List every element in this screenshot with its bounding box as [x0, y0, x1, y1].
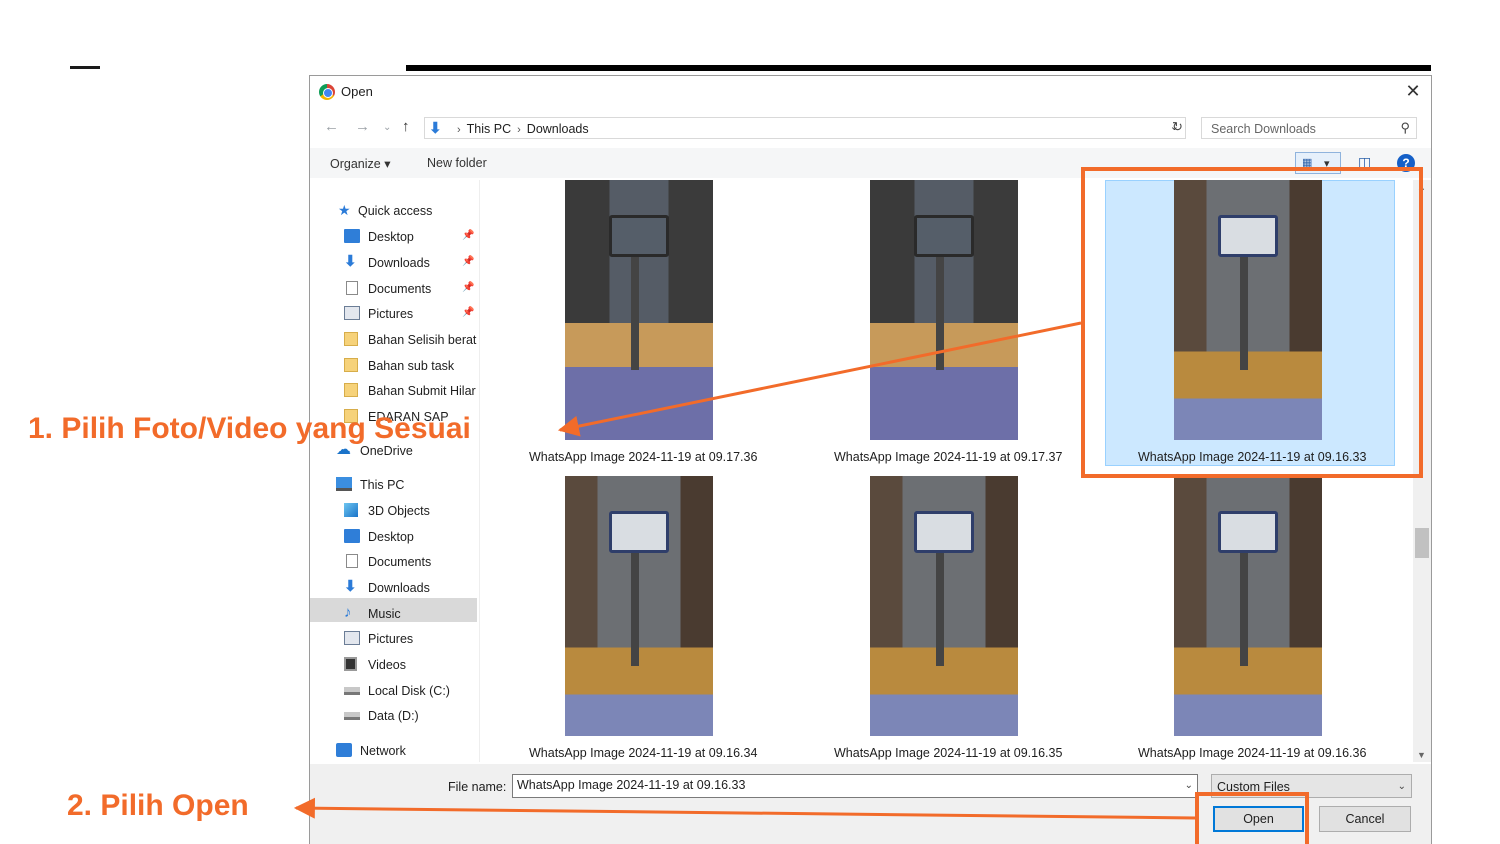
sidebar-item-label: Bahan Submit Hilar: [368, 384, 476, 398]
chevron-right-icon: ›: [457, 124, 461, 136]
slide-dash-decoration: [70, 66, 100, 69]
back-arrow-icon[interactable]: ←: [324, 118, 339, 135]
refresh-icon[interactable]: ↻: [1172, 119, 1183, 135]
music-note-icon: ♪: [344, 604, 352, 621]
file-name-input[interactable]: [517, 778, 1177, 792]
file-thumbnail[interactable]: [565, 476, 713, 736]
pin-icon[interactable]: 📌: [462, 230, 474, 241]
folder-icon: [344, 358, 358, 372]
desktop-folder-icon: [344, 529, 360, 543]
breadcrumb: › This PC › Downloads: [451, 122, 589, 136]
download-arrow-icon: ⬇: [344, 578, 357, 595]
file-name-label[interactable]: WhatsApp Image 2024-11-19 at 09.16.36: [1138, 746, 1366, 760]
pictures-icon: [344, 631, 360, 645]
sidebar-item-label: OneDrive: [360, 444, 413, 458]
file-name-label[interactable]: WhatsApp Image 2024-11-19 at 09.17.36: [529, 450, 757, 464]
navigation-pane: ★ Quick access Desktop 📌 ⬇ Downloads 📌 D…: [310, 180, 480, 762]
dialog-title: Open: [341, 84, 373, 99]
search-icon[interactable]: ⚲: [1400, 120, 1410, 136]
search-box[interactable]: Search Downloads ⚲: [1201, 117, 1417, 139]
sidebar-item-label: Pictures: [368, 307, 414, 321]
sidebar-item-pictures-quick[interactable]: Pictures 📌: [344, 304, 480, 326]
pin-icon[interactable]: 📌: [462, 256, 474, 267]
desktop-folder-icon: [344, 229, 360, 243]
sidebar-item-label: Data (D:): [368, 709, 419, 723]
chevron-right-icon: ›: [517, 124, 521, 136]
sidebar-item-label: Bahan sub task: [368, 359, 455, 373]
sidebar-item-desktop-quick[interactable]: Desktop 📌: [344, 227, 480, 249]
sidebar-item-label: Downloads: [368, 256, 430, 270]
scrollbar-thumb[interactable]: [1415, 528, 1429, 558]
video-icon: [344, 657, 357, 671]
sidebar-item-label: Quick access: [358, 204, 433, 218]
slide-header-bar: [406, 65, 1431, 71]
file-name-label[interactable]: WhatsApp Image 2024-11-19 at 09.16.34: [529, 746, 757, 760]
star-icon: ★: [338, 202, 351, 218]
close-button[interactable]: ✕: [1403, 81, 1423, 101]
pin-icon[interactable]: 📌: [462, 282, 474, 293]
file-name-label[interactable]: WhatsApp Image 2024-11-19 at 09.17.37: [834, 450, 1062, 464]
sidebar-item-label: This PC: [360, 478, 405, 492]
sidebar-item-label: Music: [368, 607, 401, 621]
highlight-box-selected-file: [1081, 167, 1423, 478]
address-row: ← → ⌄ ↑ ⬇ › This PC › Downloads ⌄ ↻ Search …: [310, 114, 1431, 142]
folder-icon: [344, 332, 358, 346]
file-thumbnail[interactable]: [870, 476, 1018, 736]
sidebar-item-label: Pictures: [368, 632, 414, 646]
sidebar-item-label: Bahan Selisih berat: [368, 333, 477, 347]
step2-annotation: 2. Pilih Open: [67, 789, 249, 822]
document-icon: [346, 554, 358, 568]
scroll-down-icon[interactable]: ▼: [1417, 750, 1426, 760]
sidebar-item-label: Network: [360, 744, 406, 758]
sidebar-item-label: Local Disk (C:): [368, 684, 450, 698]
sidebar-item-downloads-quick[interactable]: ⬇ Downloads 📌: [344, 253, 480, 275]
folder-icon: [344, 383, 358, 397]
network-icon: [336, 743, 352, 757]
cancel-button[interactable]: Cancel: [1319, 806, 1411, 832]
step1-annotation: 1. Pilih Foto/Video yang Sesuai: [28, 412, 471, 445]
disk-icon: [344, 687, 360, 695]
sidebar-item-label: Downloads: [368, 581, 430, 595]
file-thumbnail[interactable]: [870, 180, 1018, 440]
chevron-down-icon: ⌄: [1397, 781, 1406, 792]
file-name-label: File name:: [448, 780, 507, 794]
sidebar-item-label: 3D Objects: [368, 504, 430, 518]
disk-icon: [344, 712, 360, 720]
sidebar-item-label: Desktop: [368, 230, 414, 244]
address-bar[interactable]: ⬇ › This PC › Downloads ⌄: [424, 117, 1186, 139]
forward-arrow-icon[interactable]: →: [355, 118, 370, 135]
sidebar-item-label: Videos: [368, 658, 406, 672]
recent-locations-icon[interactable]: ⌄: [383, 122, 391, 133]
sidebar-item-documents-quick[interactable]: Documents 📌: [344, 279, 480, 301]
new-folder-button[interactable]: New folder: [427, 156, 487, 170]
file-thumbnail[interactable]: [565, 180, 713, 440]
file-thumbnail[interactable]: [1174, 476, 1322, 736]
chevron-down-icon[interactable]: ⌄: [1185, 780, 1193, 791]
computer-icon: [336, 477, 352, 491]
document-icon: [346, 281, 358, 295]
sidebar-item-label: Documents: [368, 555, 432, 569]
breadcrumb-downloads[interactable]: Downloads: [527, 122, 589, 136]
pin-icon[interactable]: 📌: [462, 307, 474, 318]
cube-icon: [344, 503, 358, 517]
highlight-box-open-button: [1195, 792, 1309, 844]
file-name-label[interactable]: WhatsApp Image 2024-11-19 at 09.16.35: [834, 746, 1062, 760]
search-input[interactable]: Search Downloads: [1211, 122, 1316, 136]
file-name-field[interactable]: ⌄: [512, 774, 1198, 798]
title-bar: Open ✕: [310, 76, 1431, 108]
sidebar-item-label: Documents: [368, 282, 432, 296]
pictures-icon: [344, 306, 360, 320]
download-arrow-icon: ⬇: [429, 120, 442, 137]
chrome-icon: [319, 84, 335, 100]
sidebar-item-label: Desktop: [368, 530, 414, 544]
download-arrow-icon: ⬇: [344, 253, 357, 270]
organize-button[interactable]: Organize ▾: [330, 156, 390, 171]
breadcrumb-this-pc[interactable]: This PC: [467, 122, 511, 136]
up-arrow-icon[interactable]: ↑: [402, 118, 410, 135]
